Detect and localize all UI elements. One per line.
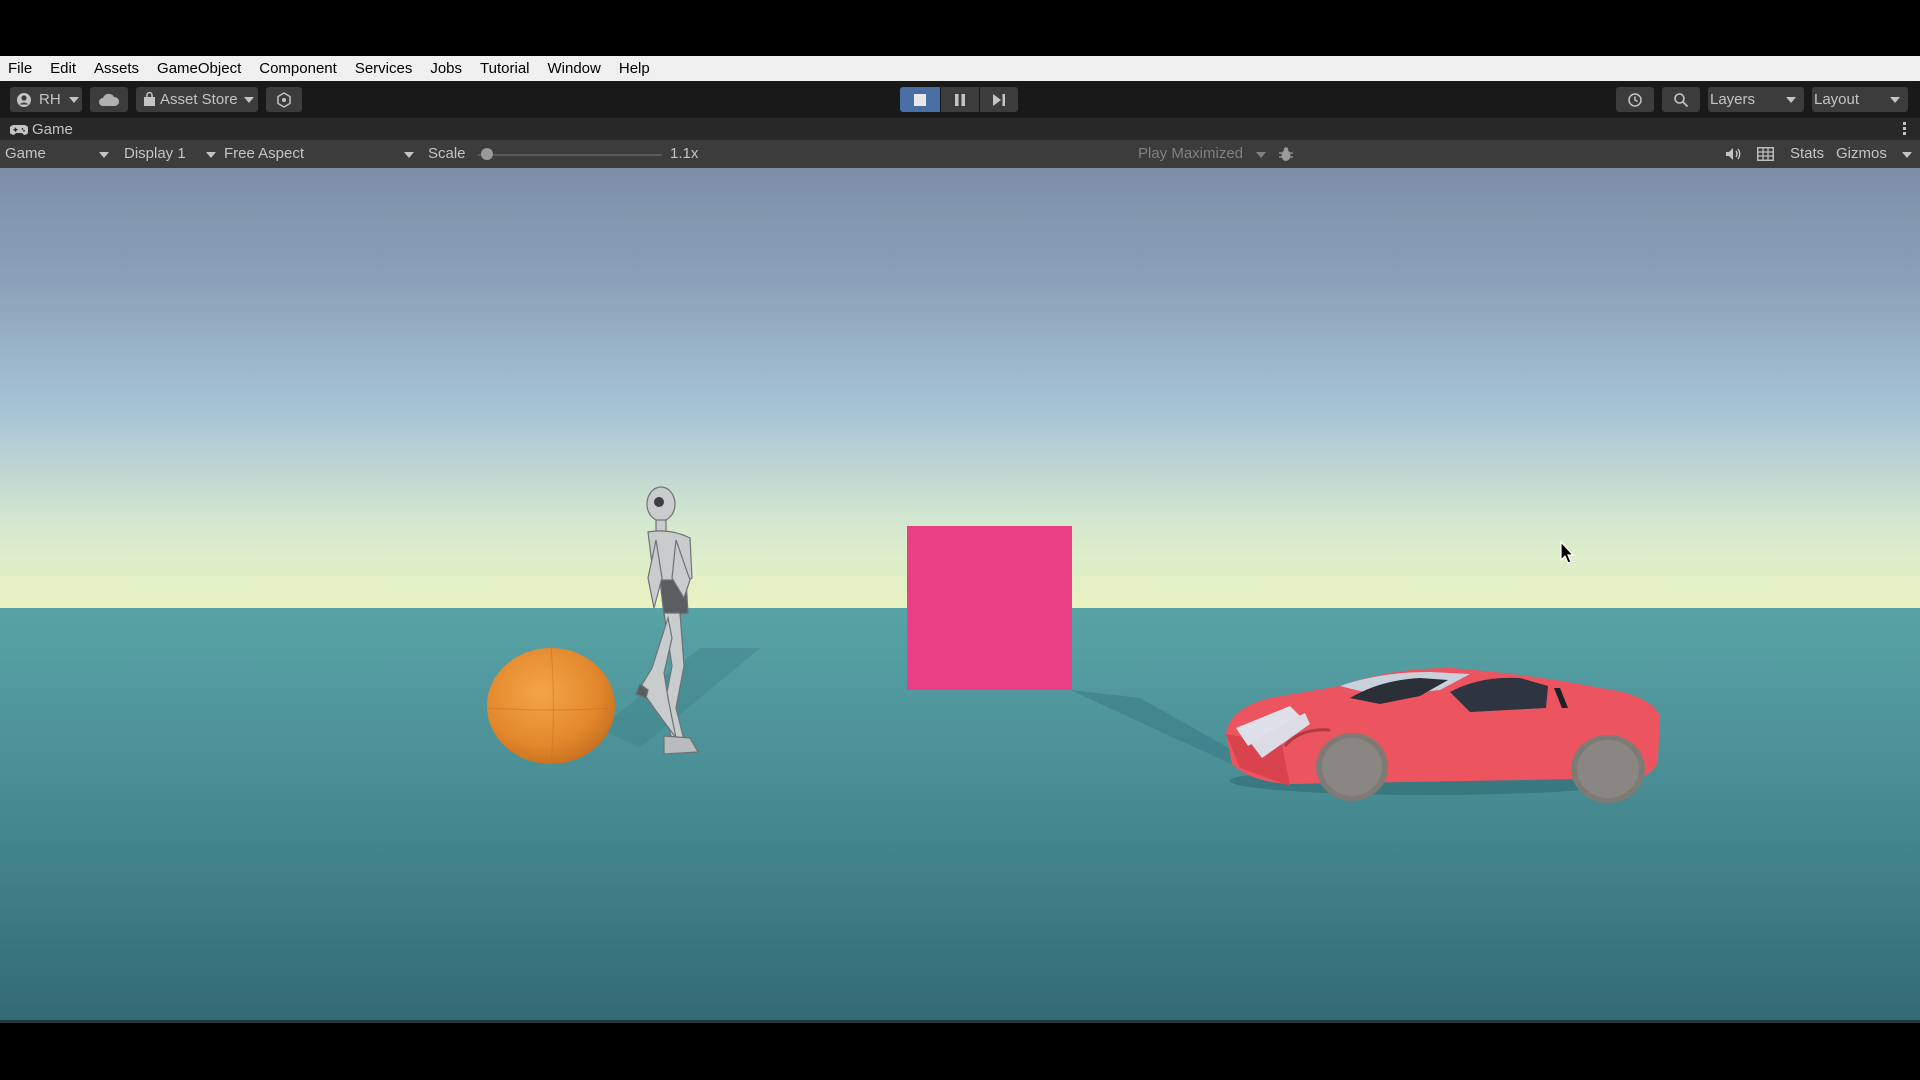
chevron-down-icon xyxy=(243,96,254,103)
display-label: Display 1 xyxy=(124,145,186,162)
tab-game[interactable]: Game xyxy=(10,121,73,138)
history-icon xyxy=(1628,92,1642,107)
pause-icon xyxy=(955,93,965,106)
account-label: RH xyxy=(39,91,61,108)
scale-slider-handle[interactable] xyxy=(481,148,493,160)
scale-slider-track[interactable] xyxy=(478,154,662,156)
chevron-down-icon xyxy=(1890,96,1900,103)
account-icon xyxy=(17,92,31,107)
play-maximized-label: Play Maximized xyxy=(1138,145,1244,162)
chevron-down-icon xyxy=(206,152,216,158)
cloud-button[interactable] xyxy=(90,87,128,112)
account-dropdown[interactable]: RH xyxy=(10,87,82,112)
display-dropdown[interactable]: Display 1 xyxy=(124,144,216,164)
package-button[interactable] xyxy=(266,87,302,112)
stop-icon xyxy=(914,93,926,106)
scale-label: Scale xyxy=(428,145,466,162)
chevron-down-icon xyxy=(99,152,109,158)
chevron-down-icon xyxy=(68,96,79,103)
audio-icon[interactable] xyxy=(1725,147,1743,161)
orange-sphere[interactable] xyxy=(487,647,615,765)
shopping-bag-icon xyxy=(144,92,155,106)
tab-game-label: Game xyxy=(32,121,73,138)
asset-store-button[interactable]: Asset Store xyxy=(136,87,258,112)
gizmos-label: Gizmos xyxy=(1836,145,1887,162)
layers-label: Layers xyxy=(1710,91,1756,108)
layout-dropdown[interactable]: Layout xyxy=(1812,87,1908,112)
stop-button[interactable] xyxy=(900,87,940,112)
bottom-border xyxy=(0,1020,1920,1080)
menu-help[interactable]: Help xyxy=(610,56,659,81)
menu-jobs[interactable]: Jobs xyxy=(421,56,471,81)
grid-icon[interactable] xyxy=(1757,147,1774,161)
asset-store-label: Asset Store xyxy=(160,91,238,108)
gamepad-icon xyxy=(10,124,28,135)
aspect-dropdown[interactable]: Free Aspect xyxy=(224,144,414,164)
menu-gameobject[interactable]: GameObject xyxy=(148,56,250,81)
menu-services[interactable]: Services xyxy=(346,56,422,81)
scale-value: 1.1x xyxy=(670,145,699,162)
step-button[interactable] xyxy=(980,87,1018,112)
play-maximized-dropdown[interactable]: Play Maximized xyxy=(1138,144,1266,164)
menu-bar: File Edit Assets GameObject Component Se… xyxy=(0,56,1920,81)
main-toolbar: RH Asset Store Layers Layout xyxy=(0,81,1920,118)
layers-dropdown[interactable]: Layers xyxy=(1708,87,1804,112)
red-car[interactable] xyxy=(1226,668,1660,803)
layout-label: Layout xyxy=(1814,91,1860,108)
chevron-down-icon xyxy=(1902,152,1912,158)
package-icon xyxy=(277,91,291,108)
menu-assets[interactable]: Assets xyxy=(85,56,148,81)
more-icon[interactable] xyxy=(1903,122,1906,135)
menu-window[interactable]: Window xyxy=(539,56,610,81)
chevron-down-icon xyxy=(1256,152,1266,158)
scene-objects xyxy=(487,486,1660,803)
stats-button[interactable]: Stats xyxy=(1790,144,1824,164)
game-control-bar: Game Display 1 Free Aspect Scale 1.1x Pl… xyxy=(0,140,1920,168)
history-button[interactable] xyxy=(1616,87,1654,112)
game-view[interactable] xyxy=(0,168,1920,1020)
chevron-down-icon xyxy=(1786,96,1796,103)
menu-file[interactable]: File xyxy=(0,56,41,81)
gizmos-dropdown[interactable]: Gizmos xyxy=(1836,144,1912,164)
step-icon xyxy=(992,93,1005,106)
bug-icon[interactable] xyxy=(1278,146,1294,162)
pause-button[interactable] xyxy=(941,87,979,112)
view-mode-label: Game xyxy=(5,145,46,162)
game-tab-bar: Game xyxy=(0,118,1920,140)
search-button[interactable] xyxy=(1662,87,1700,112)
menu-tutorial[interactable]: Tutorial xyxy=(471,56,538,81)
chevron-down-icon xyxy=(404,152,414,158)
search-icon xyxy=(1674,92,1689,107)
pink-cube[interactable] xyxy=(907,526,1072,690)
view-mode-dropdown[interactable]: Game xyxy=(5,144,109,164)
aspect-label: Free Aspect xyxy=(224,145,305,162)
mouse-cursor-icon xyxy=(1560,540,1575,564)
top-border xyxy=(0,0,1920,56)
menu-edit[interactable]: Edit xyxy=(41,56,85,81)
menu-component[interactable]: Component xyxy=(250,56,346,81)
cloud-icon xyxy=(99,93,119,106)
